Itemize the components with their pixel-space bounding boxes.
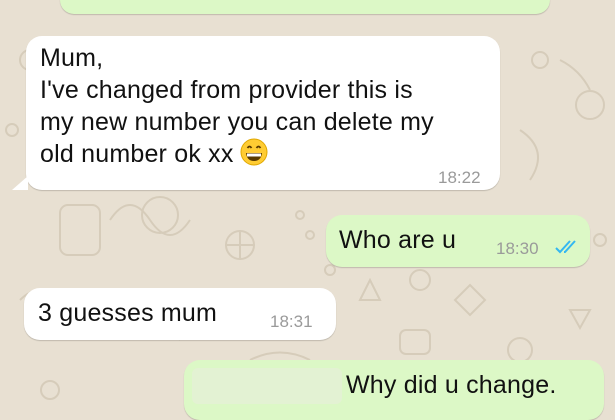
message-bubble-incoming[interactable]: Mum, I've changed from provider this is … — [26, 36, 500, 190]
message-timestamp: 18:30 — [496, 239, 539, 258]
previous-message-bubble — [60, 0, 550, 14]
redaction-block — [192, 368, 342, 404]
message-timestamp: 18:31 — [270, 312, 313, 331]
message-line: my new number you can delete my — [40, 108, 434, 136]
message-text: 3 guesses mum — [38, 299, 218, 327]
bubble-tail — [12, 176, 28, 190]
message-text: Why did u change. — [346, 371, 557, 399]
message-line: Mum, — [40, 44, 104, 72]
message-bubble-incoming[interactable]: 3 guesses mum 18:31 — [24, 288, 336, 340]
grinning-face-icon — [240, 138, 268, 166]
message-line: old number ok xx — [40, 138, 490, 170]
message-bubble-outgoing[interactable]: Why did u change. — [184, 360, 604, 420]
message-bubble-outgoing[interactable]: Who are u 18:30 — [326, 215, 590, 267]
read-double-check-icon — [554, 239, 580, 260]
message-text: Who are u — [339, 226, 457, 254]
message-timestamp: 18:22 — [438, 168, 481, 187]
message-line: I've changed from provider this is — [40, 76, 413, 104]
